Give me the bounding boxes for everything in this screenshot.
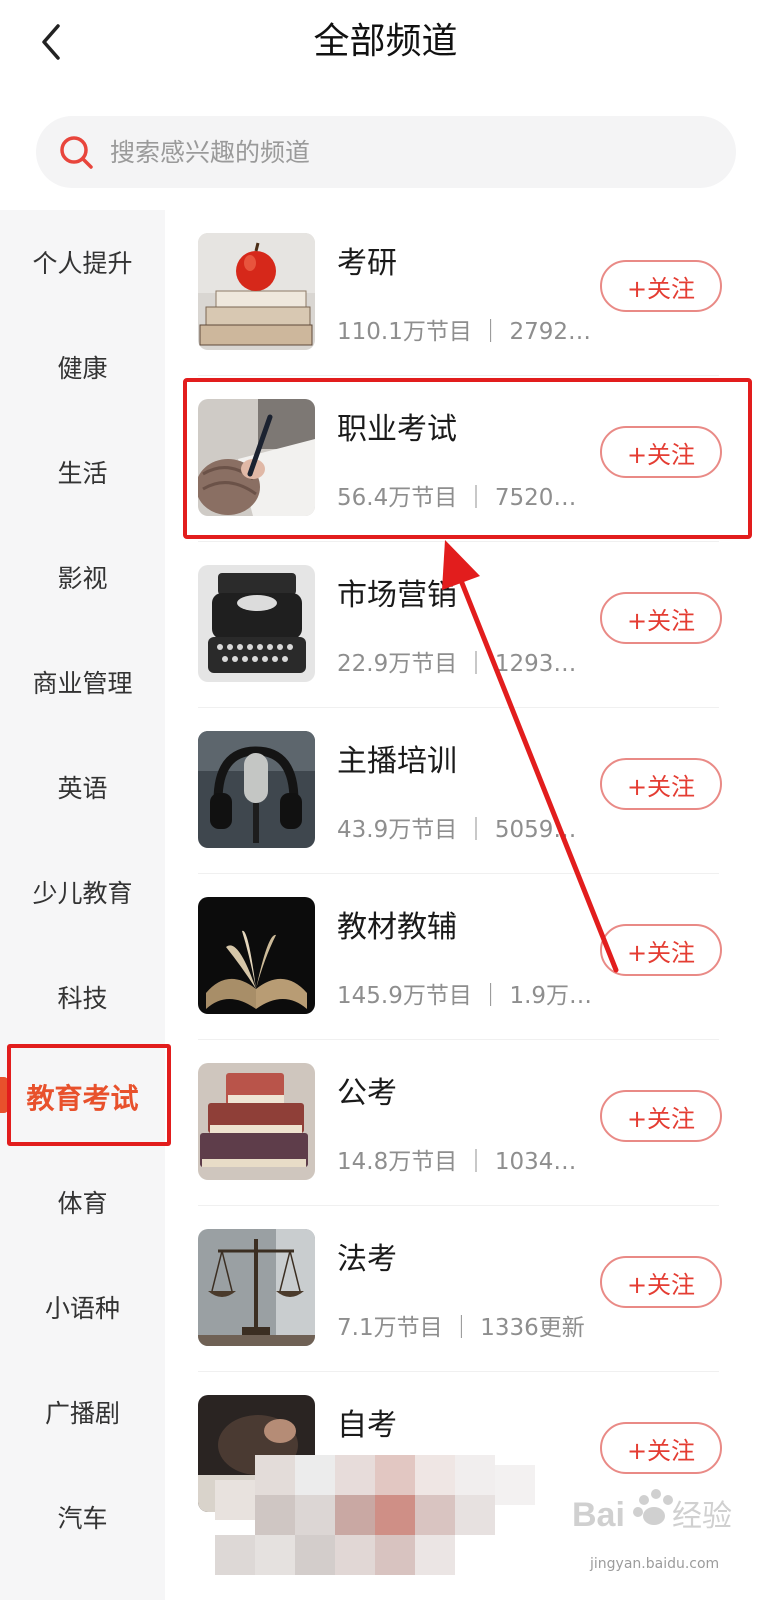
channel-meta: 145.9万节目 ｜ 1.9万… <box>337 983 593 1009</box>
sidebar-item-business[interactable]: 商业管理 <box>0 630 165 734</box>
sidebar-item-sports[interactable]: 体育 <box>0 1150 165 1254</box>
channel-thumbnail <box>198 897 315 1014</box>
follow-button[interactable]: +关注 <box>600 426 722 478</box>
watermark-url: jingyan.baidu.com <box>590 1556 720 1572</box>
follow-button[interactable]: +关注 <box>600 260 722 312</box>
channel-name: 主播培训 <box>337 744 457 779</box>
channel-name: 自考 <box>337 1408 397 1443</box>
channel-thumbnail <box>198 1063 315 1180</box>
channel-meta: 22.9万节目 ｜ 1293… <box>337 651 577 677</box>
sidebar-item-label: 小语种 <box>44 1294 120 1323</box>
header: 全部频道 <box>0 0 771 96</box>
sidebar-item-label: 健康 <box>57 354 108 383</box>
sidebar-item-label: 广播剧 <box>44 1399 120 1428</box>
sidebar-item-health[interactable]: 健康 <box>0 315 165 419</box>
channel-name: 法考 <box>337 1242 397 1277</box>
sidebar-item-auto[interactable]: 汽车 <box>0 1465 165 1569</box>
search-bar[interactable] <box>36 116 736 188</box>
hand-writing-pen-image <box>198 399 315 516</box>
sidebar-item-label: 影视 <box>57 564 108 593</box>
channel-name: 市场营销 <box>337 578 457 613</box>
sidebar-item-label: 汽车 <box>57 1504 108 1533</box>
channel-row[interactable]: 法考 7.1万节目 ｜ 1336更新 +关注 <box>165 1206 771 1372</box>
channel-meta: 56.4万节目 ｜ 7520… <box>337 485 577 511</box>
typewriter-image <box>198 565 315 682</box>
channel-meta: 110.1万节目 ｜ 2792… <box>337 319 591 345</box>
channel-meta: 7.1万节目 ｜ 1336更新 <box>337 1315 585 1341</box>
sidebar-item-tech[interactable]: 科技 <box>0 945 165 1049</box>
active-category-indicator <box>0 1077 8 1113</box>
channel-name: 考研 <box>337 246 397 281</box>
apple-on-books-image <box>198 233 315 350</box>
channel-meta: 43.9万节目 ｜ 5059… <box>337 817 577 843</box>
channel-thumbnail <box>198 399 315 516</box>
follow-button[interactable]: +关注 <box>600 1256 722 1308</box>
sidebar-item-education-exam[interactable]: 教育考试 <box>0 1045 165 1149</box>
channel-row[interactable]: 主播培训 43.9万节目 ｜ 5059… +关注 <box>165 708 771 874</box>
sidebar-item-life[interactable]: 生活 <box>0 420 165 524</box>
category-sidebar: 个人提升 健康 生活 影视 商业管理 英语 少儿教育 科技 教育考试 体育 小语… <box>0 210 165 1600</box>
channel-row[interactable]: 职业考试 56.4万节目 ｜ 7520… +关注 <box>165 376 771 542</box>
svg-text:经验: 经验 <box>672 1500 732 1533</box>
channel-row[interactable]: 考研 110.1万节目 ｜ 2792… +关注 <box>165 210 771 376</box>
channel-thumbnail <box>198 233 315 350</box>
follow-button[interactable]: +关注 <box>600 924 722 976</box>
channel-name: 职业考试 <box>337 412 457 447</box>
sidebar-item-label: 体育 <box>57 1189 108 1218</box>
channel-row[interactable]: 公考 14.8万节目 ｜ 1034… +关注 <box>165 1040 771 1206</box>
sidebar-item-english[interactable]: 英语 <box>0 735 165 839</box>
sidebar-item-label: 个人提升 <box>32 249 133 278</box>
channel-row[interactable]: 教材教辅 145.9万节目 ｜ 1.9万… +关注 <box>165 874 771 1040</box>
sidebar-item-label: 商业管理 <box>32 669 133 698</box>
sidebar-item-label: 少儿教育 <box>32 879 133 908</box>
stacked-books-image <box>198 1063 315 1180</box>
scales-of-justice-image <box>198 1229 315 1346</box>
sidebar-item-film[interactable]: 影视 <box>0 525 165 629</box>
channel-list: 考研 110.1万节目 ｜ 2792… +关注 职业考试 56.4万节目 ｜ 7… <box>165 210 771 1600</box>
sidebar-item-radio-drama[interactable]: 广播剧 <box>0 1360 165 1464</box>
channel-name: 教材教辅 <box>337 910 457 945</box>
page-title: 全部频道 <box>313 21 458 62</box>
sidebar-item-label: 科技 <box>57 984 108 1013</box>
svg-text:Bai: Bai <box>572 1496 625 1534</box>
follow-button[interactable]: +关注 <box>600 1422 722 1474</box>
channel-thumbnail <box>198 731 315 848</box>
channel-thumbnail <box>198 565 315 682</box>
follow-button[interactable]: +关注 <box>600 592 722 644</box>
sidebar-item-minor-languages[interactable]: 小语种 <box>0 1255 165 1359</box>
mosaic-overlay <box>215 1455 535 1575</box>
sidebar-item-label: 教育考试 <box>26 1082 139 1115</box>
follow-button[interactable]: +关注 <box>600 1090 722 1142</box>
microphone-headphones-image <box>198 731 315 848</box>
channel-meta: 14.8万节目 ｜ 1034… <box>337 1149 577 1175</box>
channel-name: 公考 <box>337 1076 397 1111</box>
search-icon <box>60 136 93 169</box>
channel-thumbnail <box>198 1229 315 1346</box>
search-input[interactable] <box>110 137 670 167</box>
sidebar-item-personal-growth[interactable]: 个人提升 <box>0 210 165 314</box>
follow-button[interactable]: +关注 <box>600 758 722 810</box>
sidebar-item-label: 生活 <box>57 459 108 488</box>
sidebar-item-label: 英语 <box>57 774 108 803</box>
open-book-image <box>198 897 315 1014</box>
channel-row[interactable]: 市场营销 22.9万节目 ｜ 1293… +关注 <box>165 542 771 708</box>
sidebar-item-kids[interactable]: 少儿教育 <box>0 840 165 944</box>
baidu-watermark-logo: Bai 经验 <box>572 1489 732 1534</box>
